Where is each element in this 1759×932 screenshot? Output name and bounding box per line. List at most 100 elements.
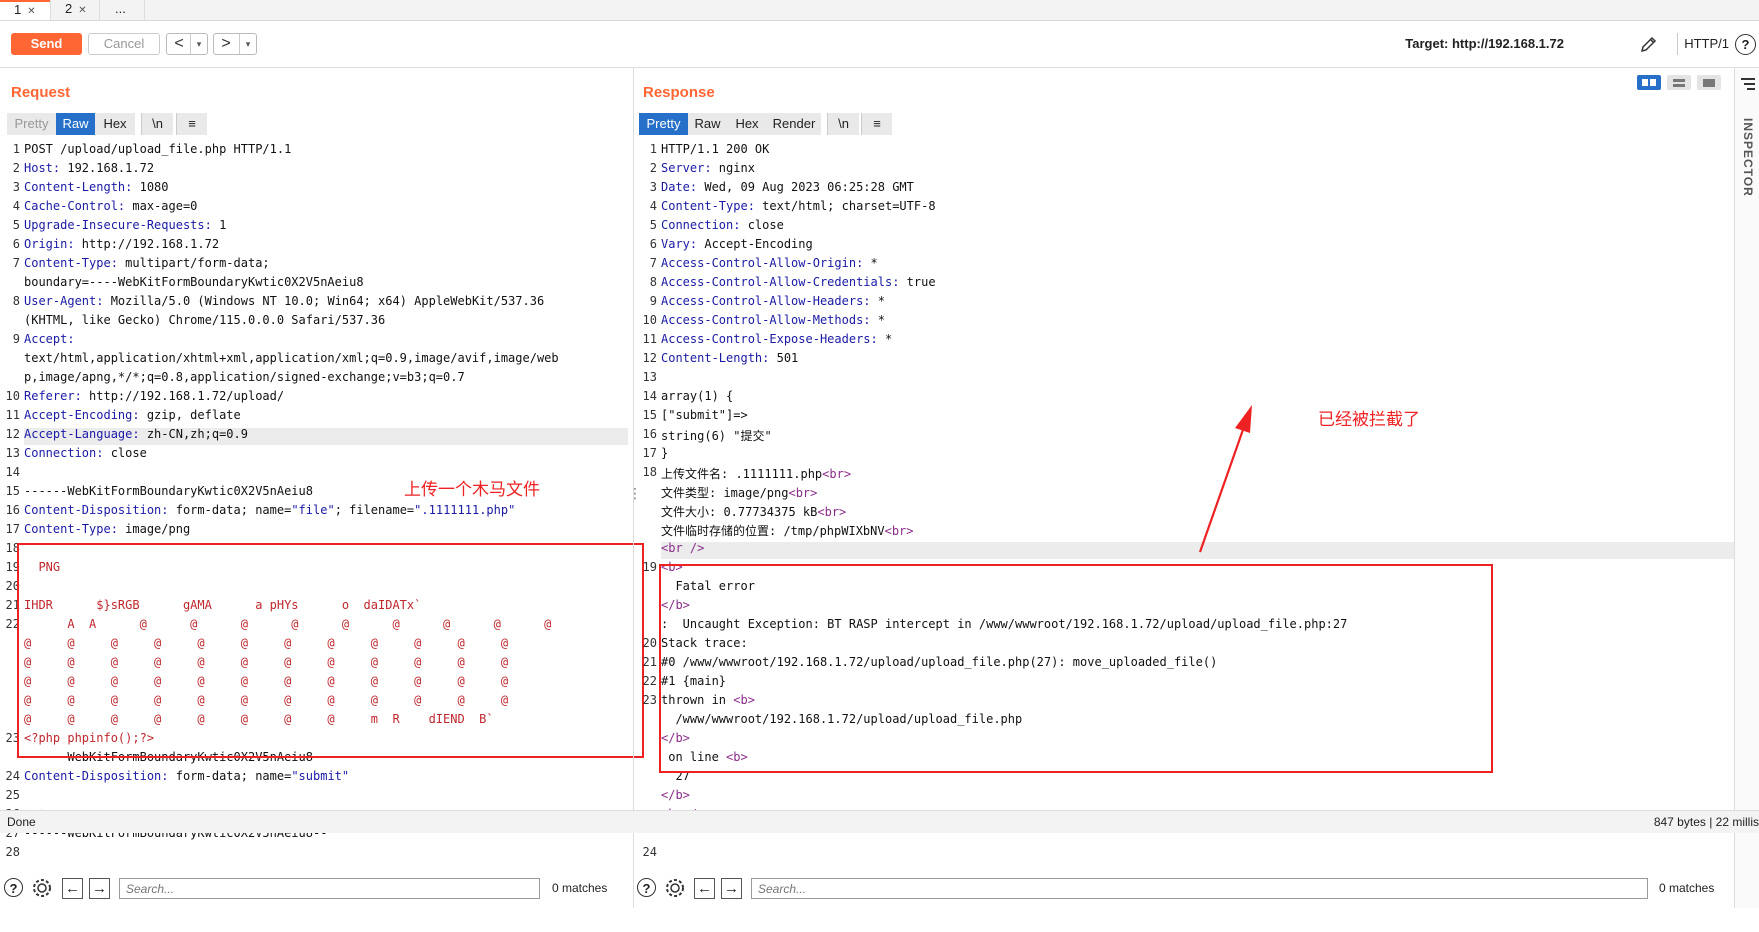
tab-raw[interactable]: Raw xyxy=(56,113,95,135)
send-button[interactable]: Send xyxy=(11,33,82,55)
tab-pretty[interactable]: Pretty xyxy=(639,113,688,135)
code-line[interactable]: array(1) { xyxy=(661,389,733,403)
line-number: 13 xyxy=(5,446,20,460)
code-line[interactable]: POST /upload/upload_file.php HTTP/1.1 xyxy=(24,142,291,156)
back-nav[interactable]: < ▾ xyxy=(166,33,208,55)
close-icon[interactable]: ✕ xyxy=(27,6,35,17)
code-line[interactable]: Accept-Encoding: gzip, deflate xyxy=(24,408,241,422)
code-line[interactable]: Accept: xyxy=(24,332,75,346)
tab-newline[interactable]: \n xyxy=(141,113,173,135)
tab-newline[interactable]: \n xyxy=(827,113,859,135)
line-number: 24 xyxy=(5,769,20,783)
tab-pretty[interactable]: Pretty xyxy=(7,113,56,135)
code-line[interactable]: p,image/apng,*/*;q=0.8,application/signe… xyxy=(24,370,465,384)
forward-arrow-icon[interactable]: > xyxy=(214,34,238,54)
code-line[interactable]: Content-Length: 1080 xyxy=(24,180,169,194)
close-icon[interactable]: ✕ xyxy=(78,5,86,16)
code-line[interactable]: Date: Wed, 09 Aug 2023 06:25:28 GMT xyxy=(661,180,914,194)
code-line[interactable]: Host: 192.168.1.72 xyxy=(24,161,154,175)
tab-render[interactable]: Render xyxy=(767,113,821,135)
cancel-button[interactable]: Cancel xyxy=(88,33,160,55)
code-line[interactable]: ------WebKitFormBoundaryKwtic0X2V5nAeiu8 xyxy=(24,484,313,498)
code-line[interactable]: Content-Type: multipart/form-data; xyxy=(24,256,270,270)
code-line[interactable]: Access-Control-Allow-Origin: * xyxy=(661,256,878,270)
code-line[interactable]: } xyxy=(661,446,668,460)
code-line[interactable]: Referer: http://192.168.1.72/upload/ xyxy=(24,389,284,403)
chevron-down-icon[interactable]: ▾ xyxy=(190,34,207,54)
previous-match-button[interactable]: ← xyxy=(694,878,715,899)
inspector-label[interactable]: INSPECTOR xyxy=(1741,118,1755,197)
line-number: 12 xyxy=(642,351,657,365)
help-icon[interactable]: ? xyxy=(1735,34,1756,55)
code-line[interactable]: Access-Control-Allow-Methods: * xyxy=(661,313,885,327)
layout-split-button[interactable] xyxy=(1637,75,1661,90)
line-number: 13 xyxy=(642,370,657,384)
code-line[interactable]: 文件大小: 0.77734375 kB<br> xyxy=(661,503,846,520)
code-line[interactable]: boundary=----WebKitFormBoundaryKwtic0X2V… xyxy=(24,275,364,289)
line-number: 21 xyxy=(642,655,657,669)
code-line[interactable]: Vary: Accept-Encoding xyxy=(661,237,813,251)
layout-horizontal-button[interactable] xyxy=(1667,75,1691,90)
back-arrow-icon[interactable]: < xyxy=(167,34,191,54)
line-number: 16 xyxy=(642,427,657,441)
tab-raw[interactable]: Raw xyxy=(688,113,727,135)
code-line[interactable]: HTTP/1.1 200 OK xyxy=(661,142,769,156)
code-line[interactable]: Content-Disposition: form-data; name="su… xyxy=(24,769,349,783)
gear-icon[interactable] xyxy=(31,877,53,899)
line-number: 16 xyxy=(5,503,20,517)
http-version[interactable]: HTTP/1 xyxy=(1684,34,1729,54)
code-line[interactable]: string(6) "提交" xyxy=(661,427,772,444)
code-line[interactable]: Cache-Control: max-age=0 xyxy=(24,199,197,213)
code-line[interactable]: Content-Type: image/png xyxy=(24,522,190,536)
response-title: Response xyxy=(643,84,715,101)
code-line[interactable]: Connection: close xyxy=(24,446,147,460)
code-line[interactable]: Content-Disposition: form-data; name="fi… xyxy=(24,503,515,517)
code-line[interactable]: Origin: http://192.168.1.72 xyxy=(24,237,219,251)
line-number: 17 xyxy=(5,522,20,536)
tab-2[interactable]: 2 ✕ xyxy=(50,0,100,20)
code-line[interactable]: Access-Control-Allow-Headers: * xyxy=(661,294,885,308)
help-icon[interactable]: ? xyxy=(4,878,23,897)
code-line[interactable]: Accept-Language: zh-CN,zh;q=0.9 xyxy=(24,427,248,441)
menu-icon[interactable]: ≡ xyxy=(176,113,207,135)
layout-single-button[interactable] xyxy=(1697,75,1721,90)
code-line[interactable]: Access-Control-Expose-Headers: * xyxy=(661,332,892,346)
inspector-sidebar[interactable]: INSPECTOR xyxy=(1734,68,1759,908)
code-line[interactable]: <br /> xyxy=(661,541,704,555)
code-line[interactable]: Access-Control-Allow-Credentials: true xyxy=(661,275,936,289)
tab-hex[interactable]: Hex xyxy=(95,113,135,135)
code-line[interactable]: text/html,application/xhtml+xml,applicat… xyxy=(24,351,559,365)
code-line[interactable]: (KHTML, like Gecko) Chrome/115.0.0.0 Saf… xyxy=(24,313,385,327)
forward-nav[interactable]: > ▾ xyxy=(213,33,257,55)
previous-match-button[interactable]: ← xyxy=(62,878,83,899)
help-icon[interactable]: ? xyxy=(637,878,656,897)
tab-hex[interactable]: Hex xyxy=(727,113,767,135)
divider xyxy=(1677,33,1678,55)
next-match-button[interactable]: → xyxy=(89,878,110,899)
code-line[interactable]: </b> xyxy=(661,788,690,802)
search-input[interactable] xyxy=(119,878,540,899)
request-editor[interactable]: 1 POST /upload/upload_file.php HTTP/1.1 2 H… xyxy=(0,142,628,870)
code-line[interactable]: 文件临时存储的位置: /tmp/phpWIXbNV<br> xyxy=(661,522,914,539)
code-line[interactable]: ["submit"]=> xyxy=(661,408,748,422)
code-line[interactable]: User-Agent: Mozilla/5.0 (Windows NT 10.0… xyxy=(24,294,544,308)
line-number: 9 xyxy=(649,294,657,308)
code-line[interactable]: 文件类型: image/png<br> xyxy=(661,484,817,501)
gear-icon[interactable] xyxy=(664,877,686,899)
line-number: 15 xyxy=(5,484,20,498)
code-line[interactable]: Upgrade-Insecure-Requests: 1 xyxy=(24,218,226,232)
tab-1[interactable]: 1 ✕ xyxy=(0,0,50,20)
search-input[interactable] xyxy=(751,878,1648,899)
chevron-down-icon[interactable]: ▾ xyxy=(239,34,256,54)
line-number: 10 xyxy=(5,389,20,403)
tab-more[interactable]: ... xyxy=(101,0,145,20)
code-line[interactable]: Content-Length: 501 xyxy=(661,351,798,365)
pane-divider[interactable] xyxy=(633,68,634,908)
next-match-button[interactable]: → xyxy=(721,878,742,899)
code-line[interactable]: Content-Type: text/html; charset=UTF-8 xyxy=(661,199,936,213)
code-line[interactable]: 上传文件名: .1111111.php<br> xyxy=(661,465,851,482)
menu-icon[interactable]: ≡ xyxy=(861,113,892,135)
edit-pencil-icon[interactable] xyxy=(1639,35,1659,55)
code-line[interactable]: Connection: close xyxy=(661,218,784,232)
code-line[interactable]: Server: nginx xyxy=(661,161,755,175)
